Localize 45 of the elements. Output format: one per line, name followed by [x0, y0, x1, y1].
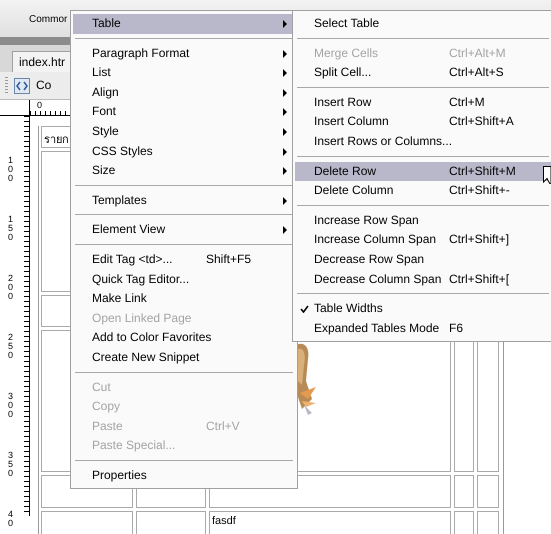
table-cell [136, 511, 206, 534]
menu-item[interactable]: Delete Row Ctrl+Shift+M [295, 162, 551, 182]
menu-item[interactable]: Select Table [295, 14, 551, 34]
menu-item[interactable]: Edit Tag <td>... Shift+F5 [73, 250, 295, 270]
table-cell [454, 475, 474, 508]
table-cell: fasdf [209, 511, 451, 534]
ruler-label: 250 [8, 333, 14, 360]
menu-item[interactable]: Split Cell... Ctrl+Alt+S [295, 63, 551, 83]
menu-item[interactable]: Decrease Row Span [295, 250, 551, 270]
code-view-button[interactable]: Co [36, 78, 52, 93]
ruler-label: 350 [8, 451, 14, 478]
menu-item[interactable]: Add to Color Favorites [73, 328, 295, 348]
insert-bar-tab[interactable]: Commor [29, 12, 68, 27]
menu-item[interactable]: Create New Snippet [73, 348, 295, 368]
ruler-label: 150 [8, 215, 14, 242]
document-tab[interactable]: index.htr [12, 51, 72, 72]
menu-item[interactable]: Quick Tag Editor... [73, 270, 295, 290]
ruler-label: 0 [37, 100, 42, 110]
menu-item[interactable]: List [73, 63, 295, 83]
table-cell [454, 511, 474, 534]
menu-item[interactable]: Element View [73, 220, 295, 240]
menu-item[interactable]: Table Widths [295, 299, 551, 319]
menu-item[interactable]: Delete Column Ctrl+Shift+- [295, 181, 551, 201]
menu-item[interactable]: Expanded Tables Mode F6 [295, 318, 551, 338]
menu-item[interactable]: Increase Column Span Ctrl+Shift+] [295, 230, 551, 250]
menu-item[interactable]: Size [73, 161, 295, 181]
menu-item[interactable]: Insert Row Ctrl+M [295, 92, 551, 112]
table-cell [477, 475, 499, 508]
menu-item[interactable]: Font [73, 102, 295, 122]
menu-item[interactable]: Templates [73, 190, 295, 210]
menu-item[interactable]: Paragraph Format [73, 44, 295, 64]
ruler-label: 200 [8, 274, 14, 301]
menu-item[interactable]: Properties [73, 466, 295, 486]
table-cell [477, 511, 499, 534]
menu-item[interactable]: Insert Column Ctrl+Shift+A [295, 112, 551, 132]
menu-item[interactable]: Insert Rows or Columns... [295, 132, 551, 152]
ruler-label: 40 [8, 510, 14, 528]
menu-item[interactable]: Increase Row Span [295, 210, 551, 230]
code-view-icon[interactable] [14, 78, 30, 94]
ruler-label: 100 [8, 156, 14, 183]
ruler-label: 300 [8, 392, 14, 419]
menu-item[interactable]: Decrease Column Span Ctrl+Shift+[ [295, 270, 551, 290]
menu-item[interactable]: Table [73, 14, 295, 34]
menu-item[interactable]: Make Link [73, 289, 295, 309]
menu-item[interactable]: Align [73, 82, 295, 102]
